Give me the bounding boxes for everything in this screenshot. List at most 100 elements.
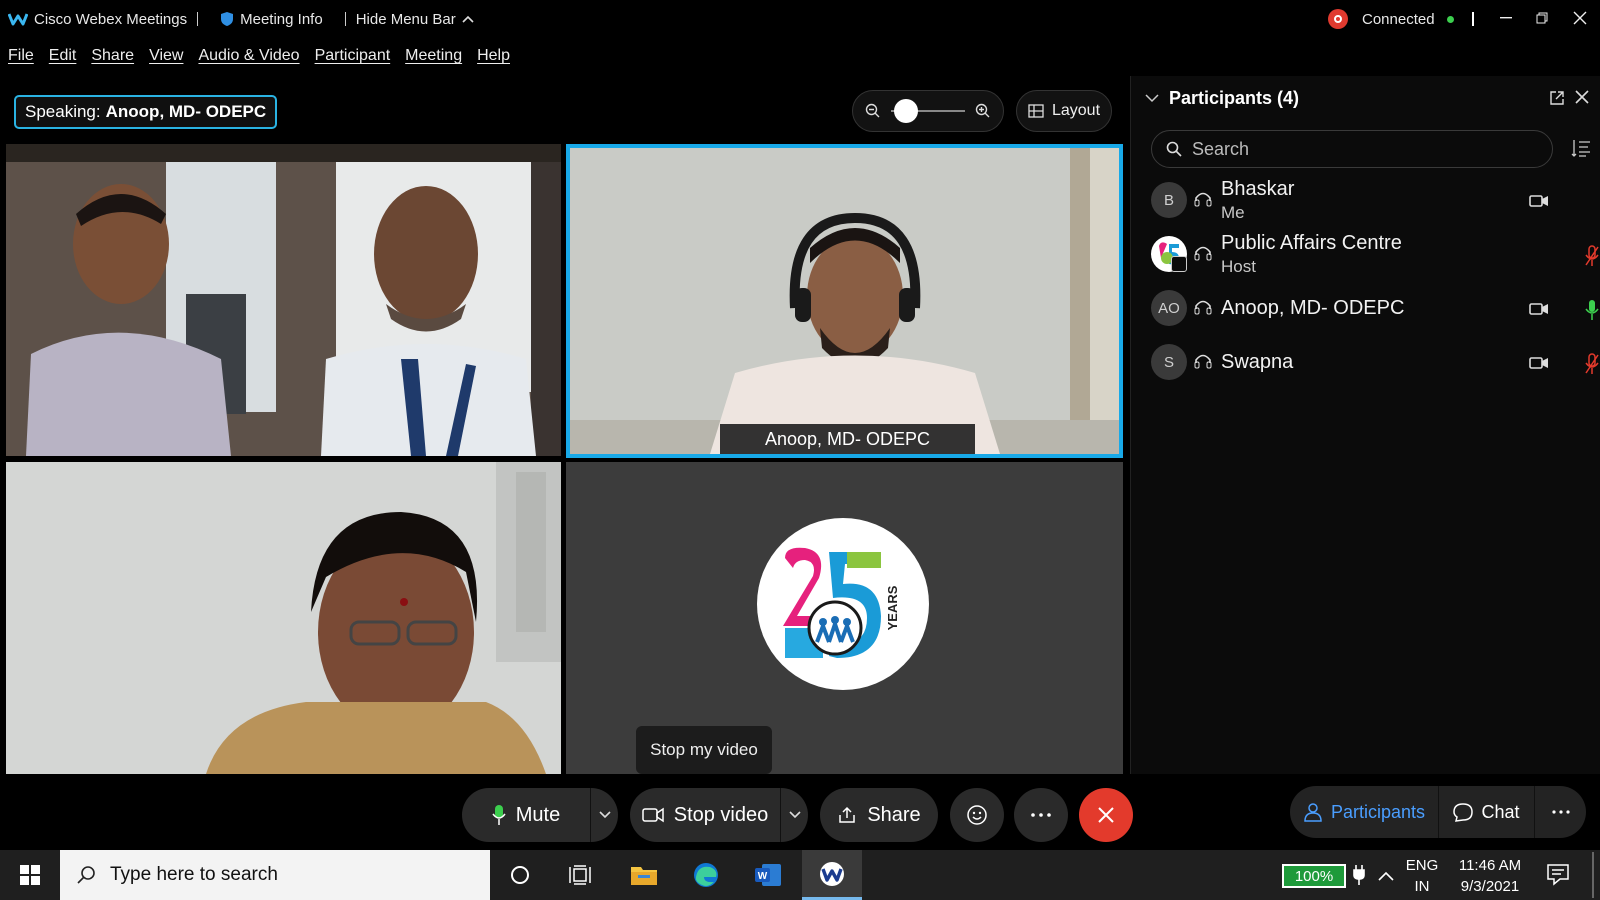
close-icon	[1573, 11, 1587, 25]
show-desktop-button[interactable]	[1592, 852, 1594, 898]
participant-role: Me	[1221, 203, 1245, 222]
video-camera-icon	[1529, 195, 1548, 207]
audio-options-button[interactable]	[592, 788, 618, 842]
zoom-slider-handle[interactable]	[894, 99, 919, 123]
participant-name: Bhaskar	[1221, 178, 1295, 200]
notifications-button[interactable]	[1546, 862, 1570, 891]
sort-list-icon	[1571, 140, 1590, 157]
show-hidden-icons-button[interactable]	[1378, 868, 1394, 886]
zoom-in-icon[interactable]	[975, 103, 991, 119]
participant-row[interactable]: B Bhaskar Me	[1151, 176, 1591, 226]
status-text: Connected	[1362, 10, 1435, 28]
video-control: Stop video	[630, 788, 808, 842]
more-horizontal-icon	[1031, 813, 1051, 817]
stop-video-label: Stop video	[673, 803, 769, 826]
mute-button[interactable]: Mute	[462, 788, 590, 842]
avatar: AO	[1151, 290, 1187, 326]
video-camera-icon	[641, 807, 664, 823]
shield-icon	[221, 12, 234, 26]
participant-row[interactable]: AO Anoop, MD- ODEPC	[1151, 284, 1599, 334]
participant-name: Anoop, MD- ODEPC	[1221, 297, 1405, 319]
share-button[interactable]: Share	[820, 788, 938, 842]
menu-participant[interactable]: Participant	[315, 47, 391, 65]
zoom-slider[interactable]	[891, 99, 965, 123]
connection-status: Connected	[1328, 9, 1454, 29]
chevron-down-icon	[789, 811, 801, 819]
cortana-button[interactable]	[492, 850, 548, 900]
video-tile-active-speaker[interactable]: Anoop, MD- ODEPC	[566, 144, 1123, 458]
webex-taskbar-button[interactable]	[802, 850, 862, 900]
more-horizontal-icon	[1551, 810, 1570, 814]
speaking-indicator: Speaking: Anoop, MD- ODEPC	[14, 95, 278, 129]
participant-search-input[interactable]: Search	[1151, 130, 1553, 168]
headset-icon	[1194, 300, 1212, 315]
search-icon	[1166, 141, 1182, 157]
chat-tab-label: Chat	[1481, 801, 1520, 822]
participant-row[interactable]: Public Affairs Centre Host	[1151, 230, 1599, 280]
participants-panel: Participants (4) Search B Bhaskar Me Pub…	[1130, 76, 1600, 774]
video-tile-3[interactable]	[6, 462, 561, 774]
meeting-info-button[interactable]: Meeting Info	[220, 11, 323, 28]
restore-button[interactable]	[1524, 0, 1560, 36]
organization-logo: YEARS	[757, 518, 929, 690]
popout-icon	[1550, 91, 1564, 105]
minimize-icon	[1500, 17, 1512, 19]
battery-indicator[interactable]: 100%	[1282, 864, 1346, 888]
app-title: Cisco Webex Meetings	[8, 11, 187, 28]
panel-header[interactable]: Participants (4)	[1145, 88, 1299, 109]
participants-tab-button[interactable]: Participants	[1290, 786, 1438, 838]
speaking-name: Anoop, MD- ODEPC	[105, 102, 267, 121]
file-explorer-button[interactable]	[616, 850, 672, 900]
participant-name: Public Affairs Centre	[1221, 232, 1402, 254]
video-options-button[interactable]	[782, 788, 808, 842]
menu-view[interactable]: View	[149, 47, 183, 65]
cortana-icon	[511, 866, 529, 884]
participant-row[interactable]: S Swapna	[1151, 338, 1599, 388]
layout-button[interactable]: Layout	[1016, 90, 1112, 132]
chevron-up-icon	[462, 15, 474, 23]
stop-video-button[interactable]: Stop video	[630, 788, 780, 842]
menu-edit[interactable]: Edit	[49, 47, 77, 65]
webex-app-icon	[820, 861, 844, 886]
menu-file[interactable]: File	[8, 47, 34, 65]
panel-title: Participants (4)	[1169, 88, 1300, 108]
more-options-button[interactable]	[1014, 788, 1068, 842]
divider	[1472, 12, 1474, 26]
edge-icon	[694, 863, 718, 887]
folder-icon	[631, 867, 657, 885]
menu-help[interactable]: Help	[477, 47, 510, 65]
clock-date: 9/3/2021	[1460, 878, 1520, 895]
task-view-button[interactable]	[552, 850, 608, 900]
close-panel-button[interactable]	[1575, 90, 1589, 109]
menu-share[interactable]: Share	[91, 47, 134, 65]
zoom-out-icon[interactable]	[865, 103, 881, 119]
input-language[interactable]: ENG IN	[1404, 855, 1440, 897]
task-view-icon	[569, 865, 591, 885]
popout-panel-button[interactable]	[1549, 90, 1565, 111]
minimize-button[interactable]	[1488, 0, 1524, 36]
edge-browser-button[interactable]	[678, 850, 734, 900]
video-zoom-control	[852, 90, 1004, 132]
sort-participants-button[interactable]	[1571, 138, 1591, 163]
chat-tab-button[interactable]: Chat	[1439, 786, 1534, 838]
more-panels-button[interactable]	[1535, 786, 1586, 838]
menu-meeting[interactable]: Meeting	[405, 47, 462, 65]
menu-audio-video[interactable]: Audio & Video	[198, 47, 299, 65]
close-window-button[interactable]	[1562, 0, 1598, 36]
word-button[interactable]: W	[740, 850, 796, 900]
video-tile-1[interactable]	[6, 144, 561, 456]
leave-meeting-button[interactable]	[1079, 788, 1133, 842]
microphone-muted-icon	[1585, 245, 1599, 266]
share-label: Share	[867, 803, 921, 826]
taskbar-search-input[interactable]: Type here to search	[60, 850, 490, 900]
clock[interactable]: 11:46 AM 9/3/2021	[1450, 855, 1530, 897]
close-icon	[1575, 90, 1589, 104]
divider	[780, 788, 781, 842]
record-icon	[1328, 9, 1348, 29]
microphone-active-icon	[1585, 300, 1599, 320]
hide-menu-bar-button[interactable]: Hide Menu Bar	[356, 11, 474, 28]
avatar	[1151, 236, 1187, 272]
headset-icon	[1194, 246, 1212, 261]
reactions-button[interactable]	[950, 788, 1004, 842]
start-button[interactable]	[2, 850, 58, 900]
